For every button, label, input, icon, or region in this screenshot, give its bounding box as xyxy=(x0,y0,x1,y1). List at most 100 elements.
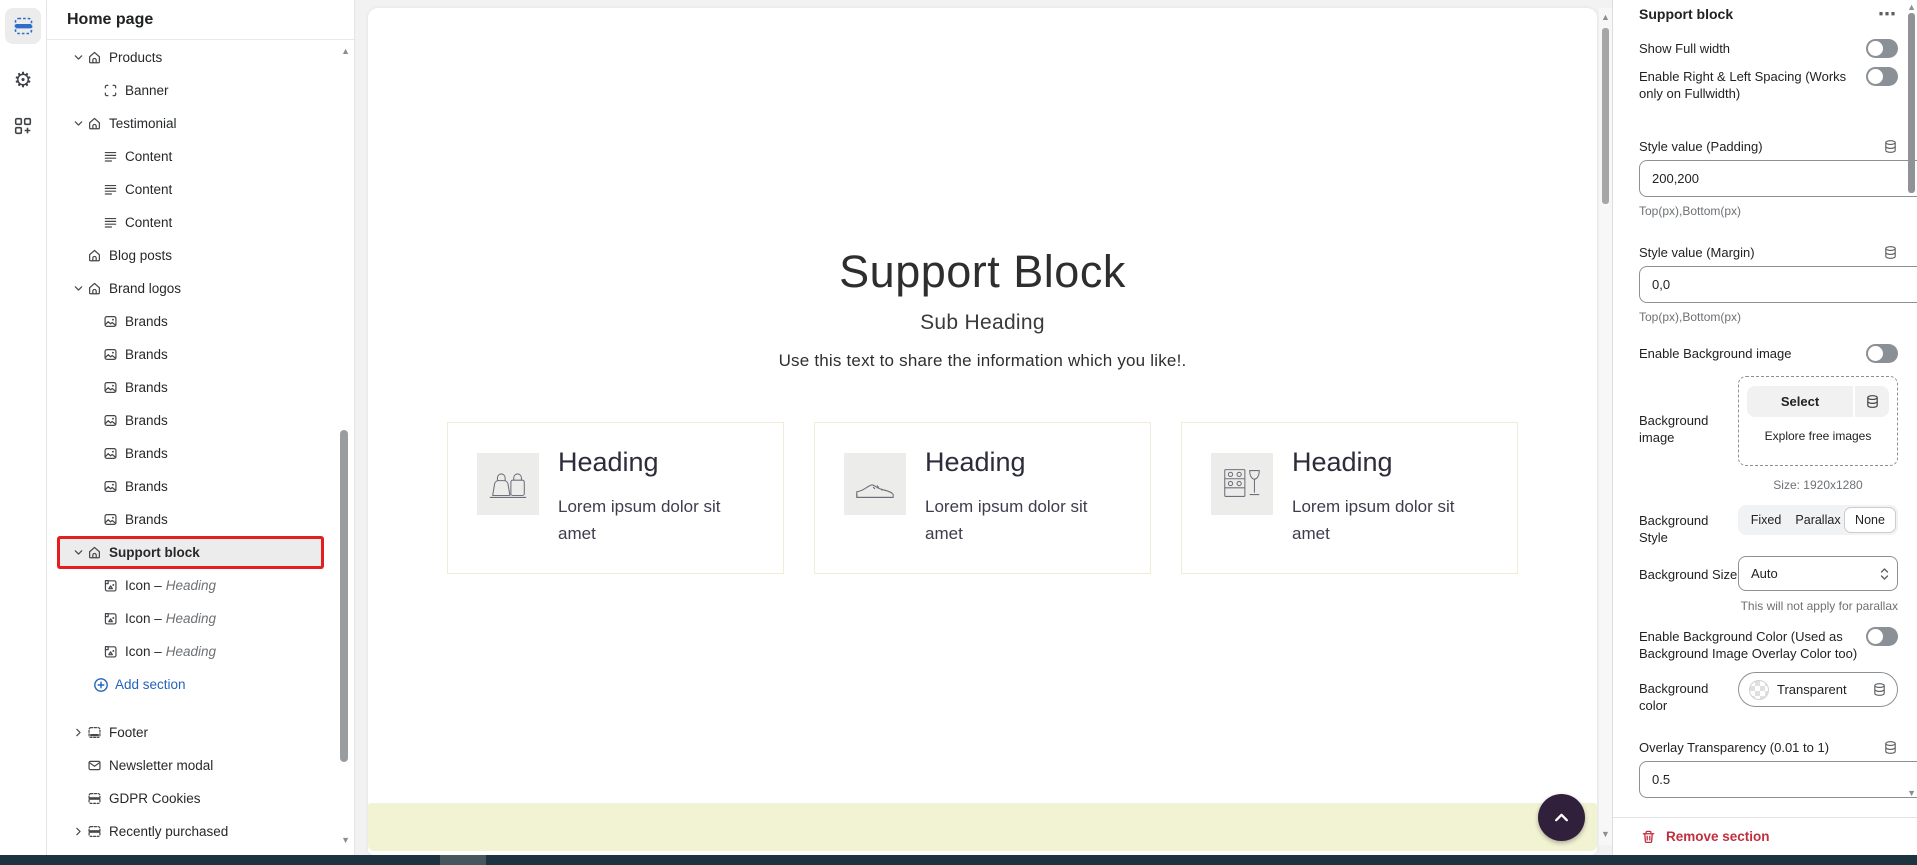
explore-free-images-link[interactable]: Explore free images xyxy=(1747,429,1889,443)
enable-bg-image-toggle[interactable] xyxy=(1866,344,1898,363)
sidebar-item-label: Content xyxy=(125,215,172,230)
sections-icon[interactable] xyxy=(5,8,41,44)
overlay-transparency-input[interactable] xyxy=(1639,761,1917,798)
icon-image-icon xyxy=(103,578,125,593)
panel-scroll-up-icon[interactable]: ▲ xyxy=(1907,2,1916,12)
sidebar-item-support-block[interactable]: Support block xyxy=(57,536,324,569)
padding-help: Top(px),Bottom(px) xyxy=(1639,204,1898,218)
chevron-right-icon[interactable] xyxy=(69,826,87,837)
sidebar-item-label: Icon – xyxy=(125,578,162,593)
chevron-right-icon[interactable] xyxy=(69,727,87,738)
chevron-down-icon[interactable] xyxy=(69,118,87,129)
select-image-button[interactable]: Select xyxy=(1747,386,1853,417)
dynamic-source-icon[interactable] xyxy=(1855,386,1889,417)
sidebar-scroll-down-icon[interactable]: ▼ xyxy=(341,835,350,845)
settings-gear-icon[interactable]: ⚙ xyxy=(5,62,41,98)
sidebar-item-newsletter-modal[interactable]: Newsletter modal xyxy=(57,749,324,782)
left-right-spacing-toggle[interactable] xyxy=(1866,67,1898,86)
panel-scrollbar-thumb[interactable] xyxy=(1908,13,1915,193)
preview-scroll-up-icon[interactable]: ▲ xyxy=(1601,12,1610,22)
dynamic-source-icon[interactable] xyxy=(1872,682,1887,697)
margin-label: Style value (Margin) xyxy=(1639,245,1755,260)
sidebar-item-label: Brands xyxy=(125,314,168,329)
sidebar-item-blog-posts[interactable]: Blog posts xyxy=(57,239,324,272)
bg-size-select[interactable]: Auto xyxy=(1738,556,1898,591)
sidebar-item-icon[interactable]: Icon –Heading xyxy=(57,635,324,668)
preview-stage: Support Block Sub Heading Use this text … xyxy=(355,0,1612,855)
sidebar-item-recently-purchased[interactable]: Recently purchased xyxy=(57,815,324,848)
text-lines-icon xyxy=(103,215,125,230)
support-card[interactable]: Heading Lorem ipsum dolor sit amet xyxy=(1181,422,1518,574)
page-title: Home page xyxy=(47,0,354,40)
sidebar-item-brands[interactable]: Brands xyxy=(57,371,324,404)
theme-editor: ⚙ Home page ProductsBannerTestimonialCon… xyxy=(0,0,1917,865)
preview-scrollbar-track[interactable]: ▲ ▼ xyxy=(1599,8,1612,845)
support-card[interactable]: Heading Lorem ipsum dolor sit amet xyxy=(814,422,1151,574)
chevron-down-icon[interactable] xyxy=(69,52,87,63)
bg-image-size-note: Size: 1920x1280 xyxy=(1738,478,1898,492)
bg-size-help: This will not apply for parallax xyxy=(1738,599,1898,613)
scroll-to-top-button[interactable] xyxy=(1538,794,1585,841)
sidebar-item-brands[interactable]: Brands xyxy=(57,338,324,371)
sidebar-item-content[interactable]: Content xyxy=(57,140,324,173)
sidebar-item-banner[interactable]: Banner xyxy=(57,74,324,107)
sidebar-item-brands[interactable]: Brands xyxy=(57,470,324,503)
bg-style-option-parallax[interactable]: Parallax xyxy=(1792,507,1844,533)
add-section-button[interactable]: Add section xyxy=(57,668,324,701)
sidebar-item-label: Brands xyxy=(125,446,168,461)
sidebar-item-icon[interactable]: Icon –Heading xyxy=(57,569,324,602)
support-card[interactable]: Heading Lorem ipsum dolor sit amet xyxy=(447,422,784,574)
sidebar-item-sublabel: Heading xyxy=(166,611,216,626)
sidebar-item-content[interactable]: Content xyxy=(57,206,324,239)
sidebar-item-testimonial[interactable]: Testimonial xyxy=(57,107,324,140)
enable-bg-color-toggle[interactable] xyxy=(1866,627,1898,646)
sidebar-item-label: Content xyxy=(125,182,172,197)
sidebar-item-label: Recently purchased xyxy=(109,824,228,839)
sidebar-item-brands[interactable]: Brands xyxy=(57,404,324,437)
margin-input[interactable] xyxy=(1639,266,1917,303)
overflow-menu-icon[interactable]: ⋯ xyxy=(1878,9,1898,19)
sidebar-item-label: Icon – xyxy=(125,644,162,659)
frame-icon xyxy=(103,83,125,98)
sidebar-item-label: Banner xyxy=(125,83,169,98)
bags-illustration xyxy=(477,453,539,515)
padding-input[interactable] xyxy=(1639,160,1917,197)
sidebar-item-brands[interactable]: Brands xyxy=(57,437,324,470)
sidebar-item-gdpr-cookies[interactable]: GDPR Cookies xyxy=(57,782,324,815)
sidebar-scroll-up-icon[interactable]: ▲ xyxy=(341,46,350,56)
panel-scroll-down-icon[interactable]: ▼ xyxy=(1907,788,1916,798)
bg-style-label: Background Style xyxy=(1639,505,1738,546)
sidebar-scrollbar[interactable] xyxy=(340,430,348,762)
sidebar-item-icon[interactable]: Icon –Heading xyxy=(57,602,324,635)
section-icon xyxy=(87,791,109,806)
preview-section-subtitle: Sub Heading xyxy=(368,311,1597,335)
sidebar-item-brands[interactable]: Brands xyxy=(57,305,324,338)
full-width-toggle[interactable] xyxy=(1866,39,1898,58)
sidebar-item-brand-logos[interactable]: Brand logos xyxy=(57,272,324,305)
dynamic-source-icon[interactable] xyxy=(1883,139,1898,154)
sidebar-item-footer[interactable]: Footer xyxy=(57,716,324,749)
remove-section-button[interactable]: Remove section xyxy=(1613,817,1917,855)
chevron-up-icon xyxy=(1553,810,1570,825)
sidebar-item-brands[interactable]: Brands xyxy=(57,503,324,536)
sidebar-item-label: Support block xyxy=(109,545,200,560)
dynamic-source-icon[interactable] xyxy=(1883,245,1898,260)
preview-scroll-down-icon[interactable]: ▼ xyxy=(1601,829,1610,839)
sidebar-item-label: Brand logos xyxy=(109,281,181,296)
bg-style-option-none[interactable]: None xyxy=(1844,507,1896,533)
tree-spacer xyxy=(47,701,354,716)
sidebar-item-label: GDPR Cookies xyxy=(109,791,201,806)
sidebar-item-label: Brands xyxy=(125,380,168,395)
bg-color-picker[interactable]: Transparent xyxy=(1738,672,1898,707)
section-icon xyxy=(87,824,109,839)
sidebar-item-products[interactable]: Products xyxy=(57,41,324,74)
sidebar-item-content[interactable]: Content xyxy=(57,173,324,206)
chevron-down-icon[interactable] xyxy=(69,547,87,558)
preview-scrollbar-thumb[interactable] xyxy=(1602,28,1609,204)
icon-image-icon xyxy=(103,644,125,659)
dynamic-source-icon[interactable] xyxy=(1883,740,1898,755)
chevron-down-icon[interactable] xyxy=(69,283,87,294)
bg-style-option-fixed[interactable]: Fixed xyxy=(1740,507,1792,533)
overlay-transparency-label: Overlay Transparency (0.01 to 1) xyxy=(1639,740,1829,755)
apps-icon[interactable] xyxy=(5,108,41,144)
